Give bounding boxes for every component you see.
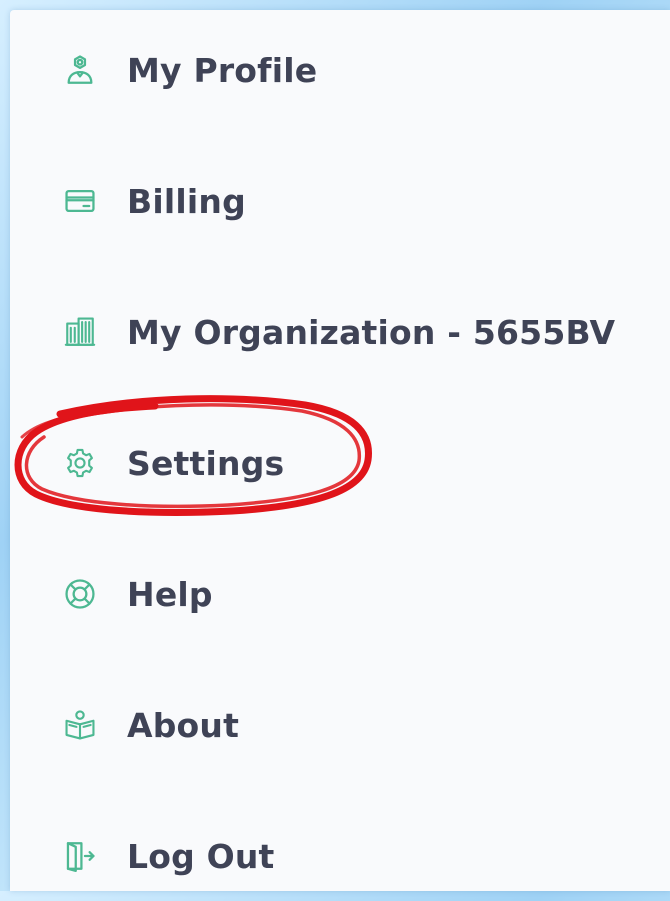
menu-item-log-out[interactable]: Log Out — [10, 811, 650, 901]
menu-item-settings[interactable]: Settings — [10, 418, 650, 508]
menu-item-about[interactable]: About — [10, 680, 650, 770]
menu-item-my-profile[interactable]: My Profile — [10, 25, 650, 115]
menu-item-label: Log Out — [127, 836, 275, 876]
menu-item-label: About — [127, 705, 240, 745]
menu-item-billing[interactable]: Billing — [10, 156, 650, 246]
account-menu: My Profile Billing My Organization - 565… — [10, 10, 670, 891]
menu-item-label: My Profile — [127, 50, 318, 90]
credit-card-icon — [62, 183, 98, 219]
menu-item-label: Billing — [127, 181, 246, 221]
menu-item-label: My Organization - 5655BV — [127, 312, 616, 352]
user-profile-icon — [62, 52, 98, 88]
book-reader-icon — [62, 707, 98, 743]
gear-icon — [62, 445, 98, 481]
menu-item-label: Settings — [127, 443, 285, 483]
menu-item-help[interactable]: Help — [10, 549, 650, 639]
menu-item-my-organization[interactable]: My Organization - 5655BV — [10, 287, 650, 377]
building-icon — [62, 314, 98, 350]
menu-item-label: Help — [127, 574, 213, 614]
lifebuoy-icon — [62, 576, 98, 612]
logout-door-icon — [62, 838, 98, 874]
